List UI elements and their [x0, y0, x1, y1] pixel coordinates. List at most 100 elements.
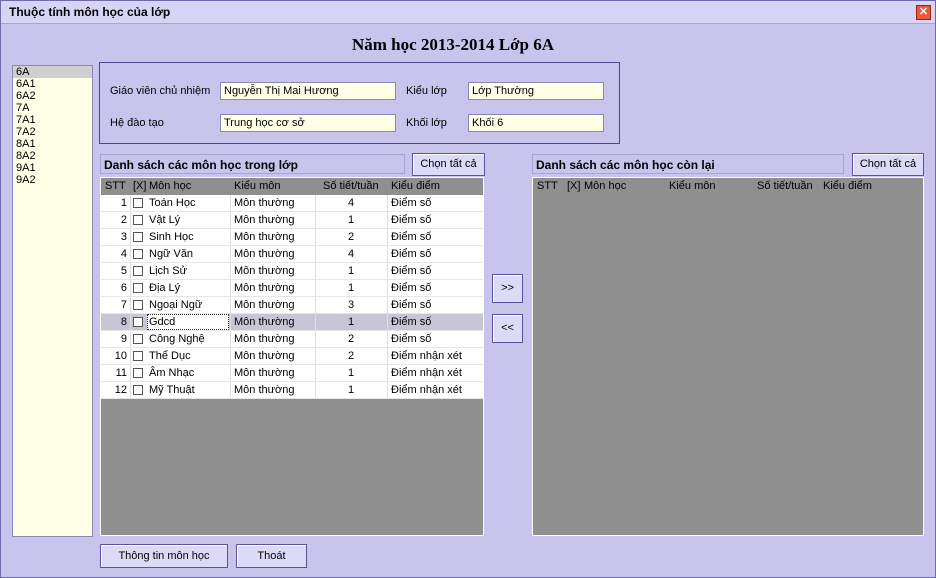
row-periods: 1 — [347, 316, 355, 328]
grid-divider — [230, 331, 231, 348]
class-item[interactable]: 7A2 — [13, 126, 92, 138]
row-checkbox[interactable] — [133, 300, 143, 310]
close-button[interactable]: ✕ — [916, 5, 931, 20]
row-checkbox[interactable] — [133, 385, 143, 395]
class-item[interactable]: 8A2 — [13, 150, 92, 162]
grid-divider — [315, 314, 316, 331]
exit-button[interactable]: Thoát — [236, 544, 307, 568]
row-stt: 4 — [120, 248, 127, 260]
grid-divider — [315, 212, 316, 229]
row-subject-type: Môn thường — [234, 367, 295, 379]
col-grading-type: Kiểu điểm — [391, 180, 440, 192]
class-type-field[interactable]: Lớp Thường — [468, 82, 604, 100]
class-info-group: Giáo viên chủ nhiệm Nguyễn Thị Mai Hương… — [99, 62, 620, 144]
grid-divider — [387, 348, 388, 365]
table-row[interactable]: 7 Ngoại Ngữ Môn thường 3 Điểm số — [101, 297, 483, 314]
row-checkbox[interactable] — [133, 232, 143, 242]
row-checkbox[interactable] — [133, 317, 143, 327]
row-checkbox[interactable] — [133, 198, 143, 208]
col-stt: STT — [537, 180, 558, 192]
row-stt: 9 — [120, 333, 127, 345]
table-row[interactable]: 4 Ngữ Văn Môn thường 4 Điểm số — [101, 246, 483, 263]
class-list[interactable]: 6A 6A1 6A2 7A 7A1 7A2 8A1 8A2 9A1 9A2 — [12, 65, 93, 537]
row-stt: 7 — [120, 299, 127, 311]
row-subject: Mỹ Thuật — [149, 384, 195, 396]
class-subjects-grid[interactable]: STT [X] Môn học Kiểu môn Số tiết/tuần Ki… — [100, 177, 484, 536]
grid-divider — [230, 365, 231, 382]
col-periods: Số tiết/tuần — [323, 180, 379, 192]
close-icon: ✕ — [918, 6, 929, 18]
row-subject-type: Môn thường — [234, 299, 295, 311]
table-row[interactable]: 11 Âm Nhạc Môn thường 1 Điểm nhận xét — [101, 365, 483, 382]
grid-header: STT [X] Môn học Kiểu môn Số tiết/tuần Ki… — [101, 178, 483, 195]
grid-divider — [387, 195, 388, 212]
row-grading-type: Điểm số — [391, 299, 432, 311]
col-check: [X] — [567, 180, 581, 192]
window: Thuộc tính môn học của lớp ✕ Năm học 201… — [0, 0, 936, 578]
table-row[interactable]: 3 Sinh Học Môn thường 2 Điểm số — [101, 229, 483, 246]
class-item[interactable]: 6A2 — [13, 90, 92, 102]
grid-divider — [315, 382, 316, 399]
table-row[interactable]: 10 Thể Dục Môn thường 2 Điểm nhận xét — [101, 348, 483, 365]
row-checkbox[interactable] — [133, 351, 143, 361]
class-item[interactable]: 6A1 — [13, 78, 92, 90]
move-right-button[interactable]: >> — [492, 274, 523, 303]
homeroom-teacher-field[interactable]: Nguyễn Thị Mai Hương — [220, 82, 396, 100]
remaining-subjects-grid[interactable]: STT [X] Môn học Kiểu môn Số tiết/tuần Ki… — [532, 177, 924, 536]
grid-divider — [230, 348, 231, 365]
row-checkbox[interactable] — [133, 266, 143, 276]
grid-divider — [387, 246, 388, 263]
grid-divider — [387, 382, 388, 399]
select-all-right-button[interactable]: Chọn tất cả — [852, 153, 924, 176]
row-checkbox[interactable] — [133, 249, 143, 259]
table-row[interactable]: 5 Lịch Sử Môn thường 1 Điểm số — [101, 263, 483, 280]
row-subject: Ngoại Ngữ — [149, 299, 203, 311]
row-subject-type: Môn thường — [234, 316, 295, 328]
col-grading-type: Kiểu điểm — [823, 180, 872, 192]
class-item[interactable]: 9A1 — [13, 162, 92, 174]
row-checkbox[interactable] — [133, 215, 143, 225]
grid-divider — [130, 212, 131, 229]
row-checkbox[interactable] — [133, 368, 143, 378]
select-all-left-button[interactable]: Chọn tất cả — [412, 153, 485, 176]
class-item[interactable]: 8A1 — [13, 138, 92, 150]
class-item[interactable]: 9A2 — [13, 174, 92, 186]
row-subject-type: Môn thường — [234, 248, 295, 260]
grid-divider — [315, 348, 316, 365]
class-item[interactable]: 6A — [13, 66, 92, 78]
subject-info-button[interactable]: Thông tin môn học — [100, 544, 228, 568]
row-grading-type: Điểm số — [391, 316, 432, 328]
row-checkbox[interactable] — [133, 283, 143, 293]
grid-divider — [130, 314, 131, 331]
title-bar[interactable]: Thuộc tính môn học của lớp ✕ — [1, 1, 935, 24]
grid-divider — [315, 331, 316, 348]
move-left-button[interactable]: << — [492, 314, 523, 343]
class-item[interactable]: 7A — [13, 102, 92, 114]
table-row[interactable]: 9 Công Nghệ Môn thường 2 Điểm số — [101, 331, 483, 348]
row-stt: 10 — [114, 350, 127, 362]
row-grading-type: Điểm số — [391, 214, 432, 226]
col-periods: Số tiết/tuần — [757, 180, 813, 192]
grade-level-field[interactable]: Khối 6 — [468, 114, 604, 132]
table-row[interactable]: 6 Địa Lý Môn thường 1 Điểm số — [101, 280, 483, 297]
row-stt: 12 — [114, 384, 127, 396]
row-periods: 3 — [347, 299, 355, 311]
grid-divider — [230, 229, 231, 246]
row-grading-type: Điểm số — [391, 197, 432, 209]
table-row[interactable]: 12 Mỹ Thuật Môn thường 1 Điểm nhận xét — [101, 382, 483, 399]
homeroom-teacher-label: Giáo viên chủ nhiệm — [110, 85, 211, 97]
table-row[interactable]: 8 Gdcd Môn thường 1 Điểm số — [101, 314, 483, 331]
table-row[interactable]: 2 Vật Lý Môn thường 1 Điểm số — [101, 212, 483, 229]
grid-divider — [315, 229, 316, 246]
row-grading-type: Điểm số — [391, 248, 432, 260]
row-periods: 1 — [347, 265, 355, 277]
row-subject: Âm Nhạc — [149, 367, 195, 379]
table-row[interactable]: 1 Toán Học Môn thường 4 Điểm số — [101, 195, 483, 212]
grid-divider — [130, 382, 131, 399]
grid-divider — [387, 229, 388, 246]
class-item[interactable]: 7A1 — [13, 114, 92, 126]
row-grading-type: Điểm nhận xét — [391, 384, 462, 396]
row-checkbox[interactable] — [133, 334, 143, 344]
training-system-field[interactable]: Trung học cơ sở — [220, 114, 396, 132]
row-periods: 1 — [347, 367, 355, 379]
